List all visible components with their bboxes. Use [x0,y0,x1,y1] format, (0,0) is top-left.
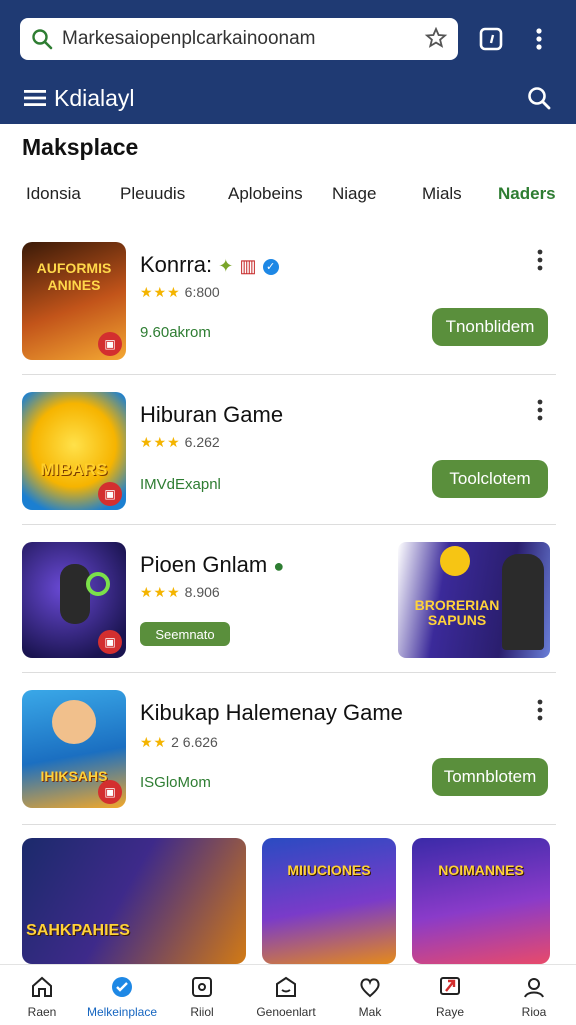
gift-icon: ▣ [98,482,122,506]
item-more-icon[interactable] [530,696,550,724]
app-list-item[interactable]: ▣ Pioen Gnlam ● ★★★ 8.906 Seemnato BRORER… [22,542,556,662]
game-tile[interactable]: MIIUCIONES [262,838,396,964]
tab-idonsia[interactable]: Idonsia [26,184,81,204]
app-list-item[interactable]: IHIKSAHS ▣ Kibukap Halemenay Game ★★ 2 6.… [22,690,556,810]
promo-text: BRORERIAN SAPUNS [414,597,500,628]
nav-label: Mak [358,1005,382,1019]
app-rating: ★★★ 6.262 [140,434,220,450]
bookmark-star-icon[interactable] [424,27,448,51]
rating-stars: ★★★ [140,434,181,450]
more-options-icon[interactable] [524,24,554,54]
app-title: Kibukap Halemenay Game [140,700,403,725]
nav-label: Raye [435,1005,464,1019]
profile-icon [524,978,544,998]
ring-prop [86,572,110,596]
item-more-icon[interactable] [530,396,550,424]
app-rating: ★★★ 6:800 [140,284,220,300]
tab-mials[interactable]: Mials [422,184,462,204]
sparkle-icon: ✦ [218,256,234,276]
app-bar: Kdialayl [0,78,576,118]
nav-home[interactable]: Raen [2,965,82,1025]
rating-stars: ★★ [140,734,168,750]
divider [22,824,556,825]
category-tabs: Idonsia Pleuudis Aplobeins Niage Mials N… [0,184,576,210]
gift-icon: ▣ [98,332,122,356]
gift-box-icon: ▥ [239,256,257,276]
nav-label: Rioa [521,1005,547,1019]
nav-label: Genoenlart [256,1005,316,1019]
app-rating: ★★★ 8.906 [140,584,220,600]
nav-label: Riiol [190,1005,214,1019]
nav-label: Melkeinplace [86,1005,158,1019]
page-title: Maksplace [22,134,139,160]
rating-stars: ★★★ [140,284,181,300]
nav-marketplace[interactable]: Melkeinplace [82,965,162,1025]
game-tile[interactable]: NOIMANNES [412,838,550,964]
app-thumbnail: MIBARS ▣ [22,392,126,510]
nav-mak[interactable]: Mak [330,965,410,1025]
app-title: Pioen Gnlam ● [140,552,285,577]
thumbnail-text: MIBARS [40,460,108,479]
nav-riiol[interactable]: Riiol [162,965,242,1025]
app-subtitle: ISGloMom [140,774,211,791]
tab-switcher-icon[interactable] [476,24,506,54]
nav-rioa[interactable]: Rioa [494,965,574,1025]
tile-text: MIIUCIONES [287,862,371,878]
marketplace-icon [112,977,132,997]
gift-icon: ▣ [98,630,122,654]
top-header: Kdialayl [0,0,576,124]
gift-icon: ▣ [98,780,122,804]
app-thumbnail: IHIKSAHS ▣ [22,690,126,808]
install-button[interactable]: Seemnato [140,622,230,646]
app-thumbnail: AUFORMIS ANINES ▣ [22,242,126,360]
divider [22,672,556,673]
search-input[interactable] [60,27,424,51]
character-figure [60,564,90,624]
verified-badge-icon: ✓ [262,259,279,275]
nav-raye[interactable]: Raye [410,965,490,1025]
thumbnail-text: AUFORMIS ANINES [36,260,112,293]
game-tile[interactable]: SAHKPAHIES [22,838,246,964]
app-list-item[interactable]: MIBARS ▣ Hiburan Game ★★★ 6.262 IMVdExapn… [22,392,556,512]
search-icon [30,27,54,51]
divider [22,524,556,525]
install-button[interactable]: Toolclotem [432,460,548,498]
flag-icon [440,977,460,995]
hamburger-menu-icon[interactable] [20,83,50,113]
character-face [52,700,96,744]
rating-stars: ★★★ [140,584,181,600]
tab-niage[interactable]: Niage [332,184,376,204]
app-bar-search-icon[interactable] [524,83,554,113]
app-rating: ★★ 2 6.626 [140,734,218,750]
character-figure [502,554,544,650]
app-thumbnail: ▣ [22,542,126,658]
app-subtitle: 9.60akrom [140,324,211,341]
app-bar-title: Kdialayl [54,85,135,111]
tile-text: SAHKPAHIES [26,922,130,939]
app-title: Hiburan Game [140,402,284,427]
install-button[interactable]: Tomnblotem [432,758,548,796]
square-icon [192,977,212,997]
nav-label: Raen [27,1005,57,1019]
install-button[interactable]: Tnonblidem [432,308,548,346]
tab-naders[interactable]: Naders [498,184,556,204]
tile-text: NOIMANNES [438,862,524,878]
app-list-item[interactable]: AUFORMIS ANINES ▣ Konrra: ✦ ▥ ✓ ★★★ 6:800… [22,242,556,362]
app-subtitle: IMVdExapnl [140,476,221,493]
home-icon [32,976,52,997]
divider [22,374,556,375]
nav-genoenlart[interactable]: Genoenlart [246,965,326,1025]
heart-icon [360,978,380,998]
coin-icon [440,546,470,576]
tab-aplobeins[interactable]: Aplobeins [228,184,303,204]
item-more-icon[interactable] [530,246,550,274]
search-bar[interactable] [20,18,458,60]
store-icon [276,976,296,997]
app-title: Konrra: ✦ ▥ ✓ [140,252,279,278]
tab-pleuudis[interactable]: Pleuudis [120,184,185,204]
promo-banner[interactable]: BRORERIAN SAPUNS [398,542,550,658]
bottom-navigation: Raen Melkeinplace Riiol Genoenlart Mak R… [0,964,576,1025]
gem-icon: ● [273,556,285,576]
